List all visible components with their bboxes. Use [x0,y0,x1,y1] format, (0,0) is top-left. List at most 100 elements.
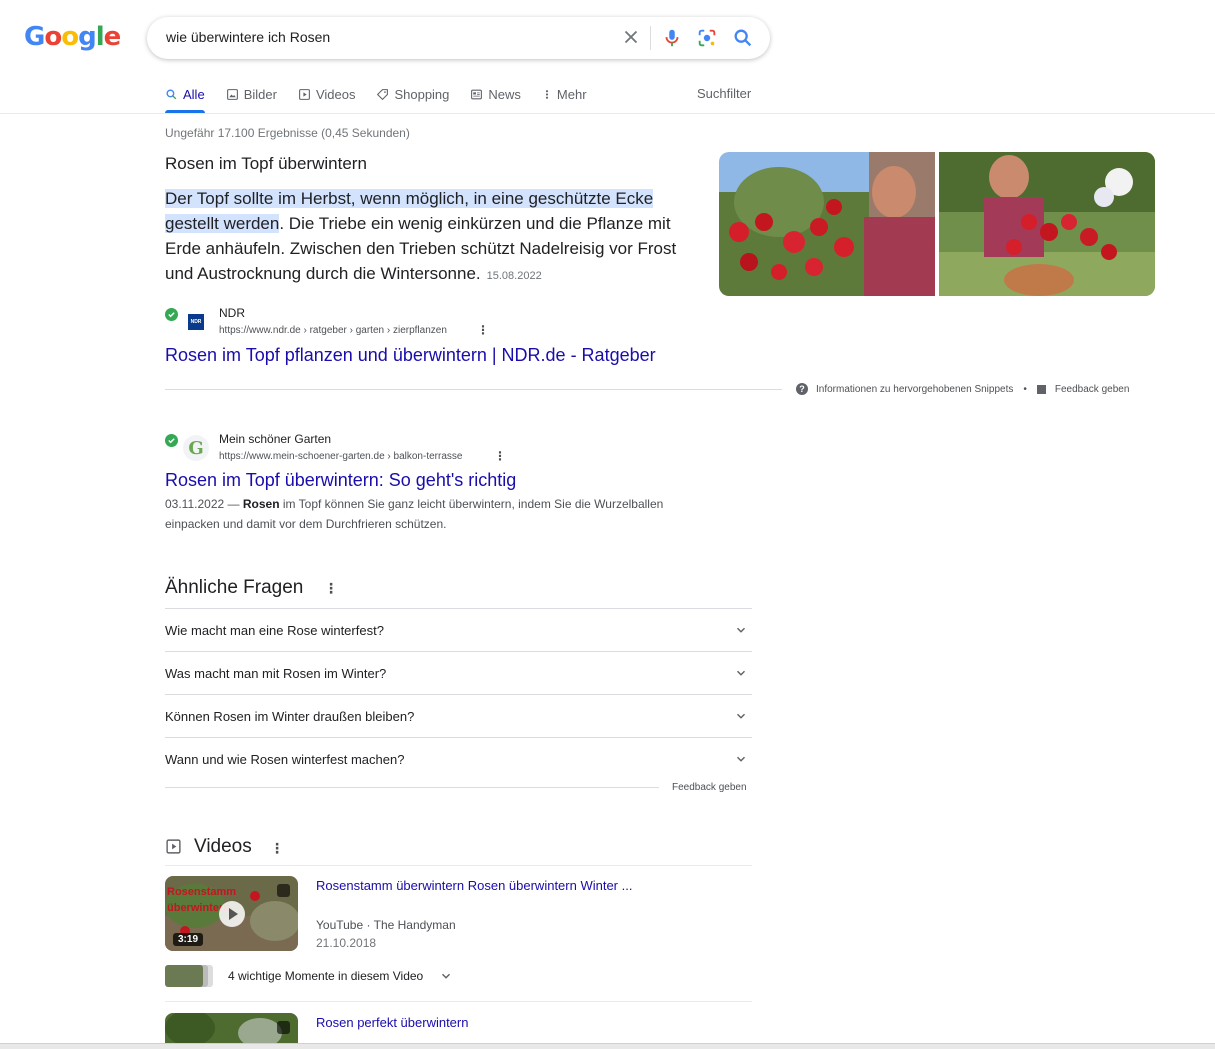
tab-label: Mehr [556,86,587,102]
source-url[interactable]: https://www.mein-schoener-garten.de › ba… [219,451,462,462]
play-icon [299,88,310,100]
video-title-link[interactable]: Rosenstamm überwintern Rosen überwintern… [316,878,632,893]
chevron-down-icon [442,973,451,979]
search-icon [166,88,177,99]
related-question[interactable]: Wann und wie Rosen winterfest machen? [165,737,752,780]
search-icon[interactable] [732,27,754,49]
more-vertical-icon [545,89,549,99]
result-snippet: 03.11.2022 — Rosen im Topf können Sie ga… [165,494,705,534]
window-bottom-edge [0,1043,1215,1049]
source-name[interactable]: NDR [219,306,245,320]
question-text: Wie macht man eine Rose winterfest? [165,622,384,638]
featured-date: 15.08.2022 [486,270,542,282]
more-vertical-icon[interactable]: ⋮ [270,840,284,857]
header-divider [0,113,1215,114]
question-text: Was macht man mit Rosen im Winter? [165,665,387,681]
key-moments-thumbnails [165,965,213,987]
search-divider [650,26,651,50]
snippet-bold: Rosen [242,497,280,511]
tab-label: Shopping [394,86,450,102]
video-thumbnail[interactable]: Rosenstamm überwintern 3:19 [165,876,298,951]
featured-result-title[interactable]: Rosen im Topf pflanzen und überwintern |… [165,345,656,366]
tag-icon [377,88,389,100]
related-divider [165,787,659,788]
chevron-down-icon [736,713,746,719]
news-icon [471,89,483,99]
result-stats: Ungefähr 17.100 Ergebnisse (0,45 Sekunde… [165,126,410,140]
video-separator: · [363,918,374,932]
video-channel: The Handyman [373,918,456,932]
snippet-info-bar: ? Informationen zu hervorgehobenen Snipp… [796,383,1129,395]
more-vertical-icon[interactable]: ⋮ [494,449,506,463]
featured-heading: Rosen im Topf überwintern [165,154,367,173]
tab-label: News [488,86,521,102]
verified-icon [165,434,178,447]
question-text: Wann und wie Rosen winterfest machen? [165,751,405,767]
tab-label: Alle [183,86,205,102]
chevron-down-icon [736,670,746,676]
tab-videos[interactable]: Videos [298,84,356,104]
video-platform: YouTube [316,918,364,932]
feedback-icon[interactable] [1036,384,1046,394]
snippet-feedback-link[interactable]: Feedback geben [1055,384,1130,395]
result-date: 03.11.2022 — [165,497,240,511]
search-input[interactable]: wie überwintere ich Rosen [166,29,330,45]
search-tabs: Alle Bilder Videos Shopping News Mehr [165,84,608,114]
question-text: Können Rosen im Winter draußen bleiben? [165,708,415,724]
video-separator-line [165,1001,752,1002]
expand-icon[interactable] [277,884,290,897]
search-box[interactable]: wie überwintere ich Rosen [147,17,770,59]
tab-alle[interactable]: Alle [165,84,205,113]
video-date: 21.10.2018 [316,936,377,950]
related-questions-title: Ähnliche Fragen [165,577,304,598]
garten-favicon[interactable]: G [183,435,209,461]
featured-image-2[interactable] [939,152,1155,296]
tab-news[interactable]: News [470,84,521,104]
expand-icon[interactable] [277,1021,290,1034]
related-question[interactable]: Können Rosen im Winter draußen bleiben? [165,694,752,737]
google-logo[interactable]: Google [24,22,121,52]
tab-label: Videos [315,86,356,102]
mic-icon[interactable] [661,27,683,49]
related-feedback-link[interactable]: Feedback geben [672,782,747,793]
image-icon [226,88,238,100]
video-title-link[interactable]: Rosen perfekt überwintern [316,1015,468,1030]
result-title[interactable]: Rosen im Topf überwintern: So geht's ric… [165,470,516,491]
video-source: YouTube · The Handyman [316,918,456,932]
chevron-down-icon [736,756,746,762]
video-icon [166,839,181,854]
clear-icon[interactable] [620,26,642,48]
featured-text: Der Topf sollte im Herbst, wenn möglich,… [165,186,695,289]
help-icon[interactable]: ? [796,383,808,395]
garten-logo-icon: G [188,437,204,459]
ndr-favicon[interactable]: NDR [183,309,209,335]
video-thumbnail[interactable] [165,1013,298,1043]
related-question[interactable]: Was macht man mit Rosen im Winter? [165,651,752,694]
snippet-text: im Topf können Sie ganz leicht überwinte… [165,497,664,531]
related-questions-list: Wie macht man eine Rose winterfest? Was … [165,608,752,780]
related-question[interactable]: Wie macht man eine Rose winterfest? [165,608,752,651]
key-moments-toggle[interactable]: 4 wichtige Momente in diesem Video [165,965,453,987]
ndr-logo-icon: NDR [188,314,204,330]
suchfilter-button[interactable]: Suchfilter [697,86,751,101]
more-vertical-icon[interactable]: ⋮ [324,580,338,597]
separator-dot: • [1023,383,1027,395]
tab-label: Bilder [243,86,277,102]
videos-divider [165,865,752,866]
chevron-down-icon [736,627,746,633]
featured-image-1[interactable] [719,152,935,296]
tab-shopping[interactable]: Shopping [376,84,449,104]
source-name[interactable]: Mein schöner Garten [219,432,331,446]
snippet-divider [165,389,782,390]
videos-title: Videos [194,836,252,857]
play-icon[interactable] [219,901,245,927]
lens-icon[interactable] [696,27,718,49]
video-duration: 3:19 [173,933,204,946]
verified-icon [165,308,178,321]
source-url[interactable]: https://www.ndr.de › ratgeber › garten ›… [219,325,447,336]
tab-mehr[interactable]: Mehr [542,84,587,104]
key-moments-label: 4 wichtige Momente in diesem Video [228,969,424,983]
more-vertical-icon[interactable]: ⋮ [477,323,489,337]
tab-bilder[interactable]: Bilder [226,84,277,104]
snippet-info-link[interactable]: Informationen zu hervorgehobenen Snippet… [816,384,1013,395]
